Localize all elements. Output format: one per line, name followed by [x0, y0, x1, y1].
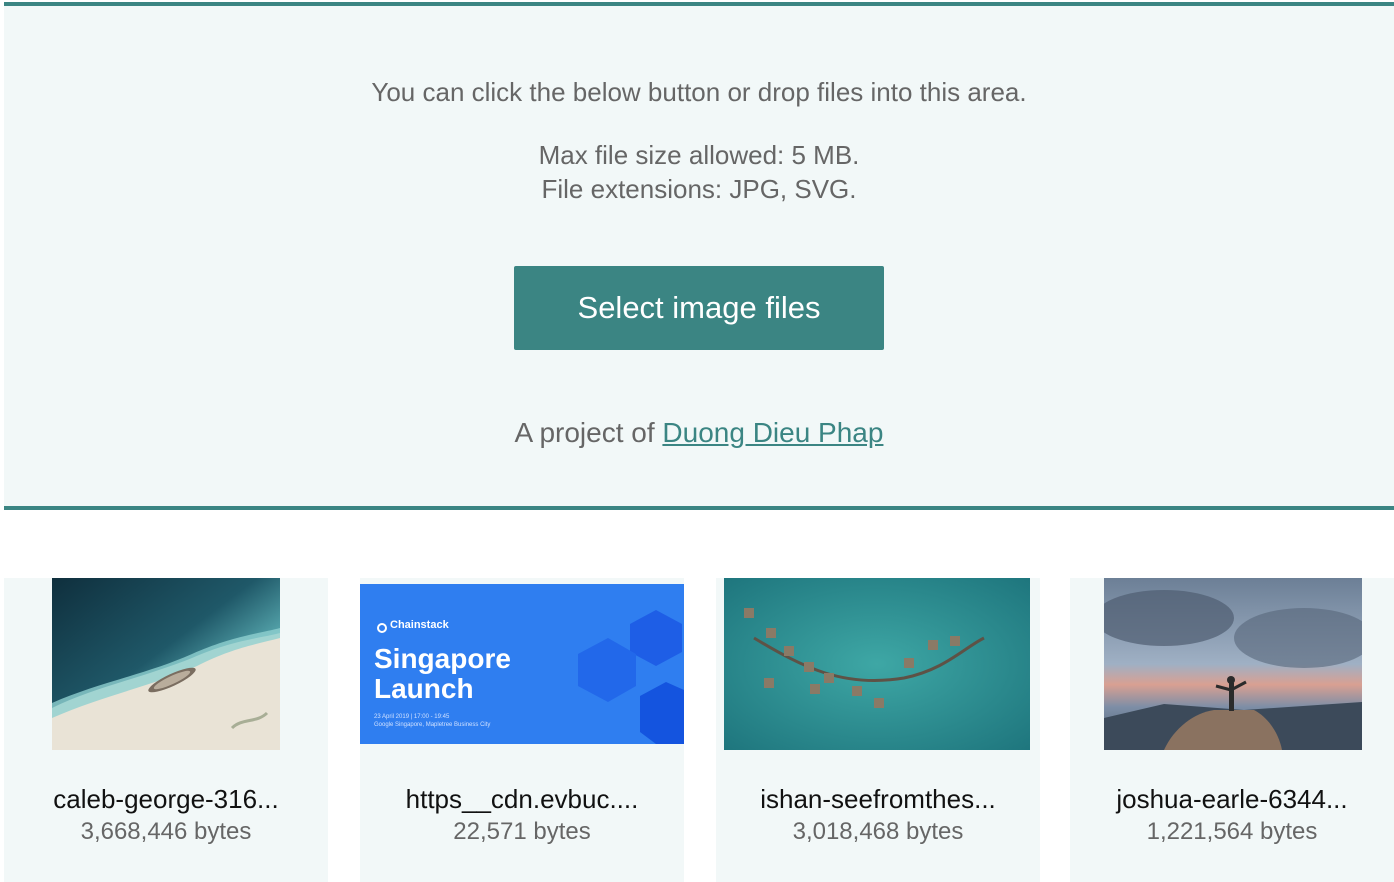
file-extensions: File extensions: JPG, SVG.: [541, 174, 857, 204]
file-card: caleb-george-316... 3,668,446 bytes: [4, 578, 328, 882]
author-link[interactable]: Duong Dieu Phap: [662, 417, 883, 448]
drop-zone[interactable]: You can click the below button or drop f…: [4, 2, 1394, 510]
banner-date: 23 April 2019 | 17:00 - 19:45: [374, 714, 450, 720]
water-villas-thumbnail: [724, 578, 1030, 750]
file-card: ishan-seefromthes... 3,018,468 bytes: [716, 578, 1040, 882]
select-image-files-button[interactable]: Select image files: [514, 266, 884, 350]
beach-boat-thumbnail: [52, 578, 280, 750]
chainstack-banner-thumbnail: Chainstack Singapore Launch 23 April 201…: [360, 584, 684, 744]
file-name: ishan-seefromthes...: [760, 784, 996, 814]
file-size: 22,571 bytes: [453, 818, 591, 845]
drop-instruction: You can click the below button or drop f…: [371, 77, 1027, 107]
credit-prefix: A project of: [514, 417, 663, 448]
file-size: 3,668,446 bytes: [80, 818, 252, 845]
max-file-size: Max file size allowed: 5 MB.: [538, 140, 860, 170]
banner-title-line1: Singapore: [374, 643, 511, 674]
upload-limits: Max file size allowed: 5 MB. File extens…: [4, 138, 1394, 206]
file-gallery: caleb-george-316... 3,668,446 bytes Chai…: [0, 578, 1394, 882]
file-name: caleb-george-316...: [53, 784, 279, 814]
mountain-person-thumbnail: [1104, 578, 1362, 750]
banner-title-line2: Launch: [374, 673, 474, 704]
file-size: 1,221,564 bytes: [1146, 818, 1318, 845]
file-name: joshua-earle-6344...: [1116, 784, 1348, 814]
file-name: https__cdn.evbuc....: [405, 784, 639, 814]
file-card: Chainstack Singapore Launch 23 April 201…: [360, 578, 684, 882]
banner-brand: Chainstack: [390, 619, 450, 631]
banner-venue: Google Singapore, Mapletree Business Cit…: [374, 722, 490, 728]
file-size: 3,018,468 bytes: [792, 818, 964, 845]
project-credit: A project of Duong Dieu Phap: [4, 416, 1394, 450]
file-card: joshua-earle-6344... 1,221,564 bytes: [1070, 578, 1394, 882]
